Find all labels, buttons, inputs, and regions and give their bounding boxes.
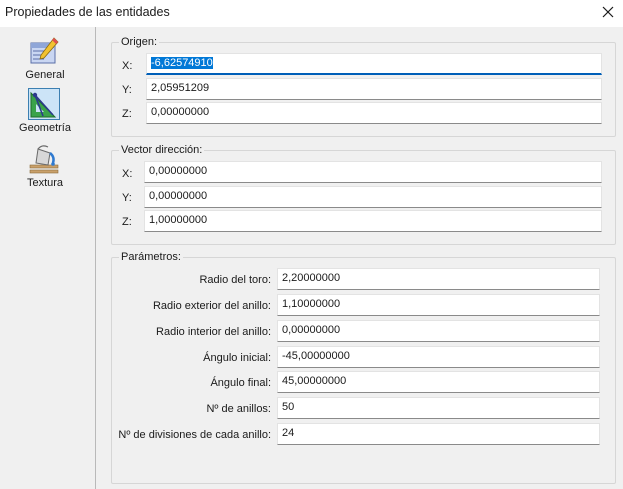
geometry-compass-icon [28, 88, 60, 120]
origin-group: Origen: X: -6,62574910 Y: 2,05951209 Z: … [111, 36, 616, 137]
sidebar-item-texture[interactable]: Textura [0, 143, 90, 198]
origin-x-field[interactable]: -6,62574910 [146, 53, 602, 75]
pencil-ruler-icon [28, 35, 60, 67]
ring-inner-radius-label: Radio interior del anillo: [156, 326, 271, 338]
origin-x-label: X: [122, 60, 133, 72]
sidebar-item-general[interactable]: General [0, 35, 90, 90]
direction-legend: Vector dirección: [119, 144, 205, 156]
properties-panel: Origen: X: -6,62574910 Y: 2,05951209 Z: … [96, 27, 623, 489]
direction-group: Vector dirección: X: 0,00000000 Y: 0,000… [111, 144, 616, 245]
paint-bucket-icon [28, 143, 60, 175]
sidebar-item-label: Textura [26, 177, 64, 189]
ring-outer-radius-field[interactable]: 1,10000000 [277, 294, 600, 316]
origin-y-field[interactable]: 2,05951209 [146, 78, 602, 100]
direction-z-field[interactable]: 1,00000000 [144, 210, 602, 232]
ring-outer-radius-label: Radio exterior del anillo: [152, 300, 271, 312]
origin-y-label: Y: [122, 84, 132, 96]
direction-x-field[interactable]: 0,00000000 [144, 161, 602, 183]
torus-radius-field[interactable]: 2,20000000 [277, 268, 600, 290]
ring-count-label: Nº de anillos: [206, 403, 271, 415]
origin-z-label: Z: [122, 108, 132, 120]
parameters-legend: Parámetros: [119, 251, 183, 263]
window-title: Propiedades de las entidades [5, 5, 170, 19]
sidebar-item-geometry[interactable]: Geometría [0, 88, 90, 143]
origin-legend: Origen: [119, 36, 160, 48]
ring-count-field[interactable]: 50 [277, 397, 600, 419]
origin-z-field[interactable]: 0,00000000 [146, 102, 602, 124]
ring-inner-radius-field[interactable]: 0,00000000 [277, 320, 600, 342]
close-icon [602, 6, 614, 18]
sidebar: General Geometría Textura [0, 27, 96, 489]
start-angle-field[interactable]: -45,00000000 [277, 346, 600, 368]
ring-divisions-field[interactable]: 24 [277, 423, 600, 445]
title-bar: Propiedades de las entidades [0, 0, 623, 25]
direction-y-label: Y: [122, 192, 132, 204]
close-button[interactable] [593, 0, 623, 25]
start-angle-label: Ángulo inicial: [203, 352, 271, 364]
parameters-group: Parámetros: Radio del toro: 2,20000000 R… [111, 251, 616, 484]
end-angle-field[interactable]: 45,00000000 [277, 371, 600, 393]
direction-y-field[interactable]: 0,00000000 [144, 186, 602, 208]
torus-radius-label: Radio del toro: [199, 274, 271, 286]
sidebar-item-label: Geometría [19, 122, 71, 134]
sidebar-item-label: General [25, 69, 65, 81]
end-angle-label: Ángulo final: [210, 377, 271, 389]
ring-divisions-label: Nº de divisiones de cada anillo: [118, 429, 271, 441]
direction-x-label: X: [122, 168, 133, 180]
direction-z-label: Z: [122, 216, 132, 228]
